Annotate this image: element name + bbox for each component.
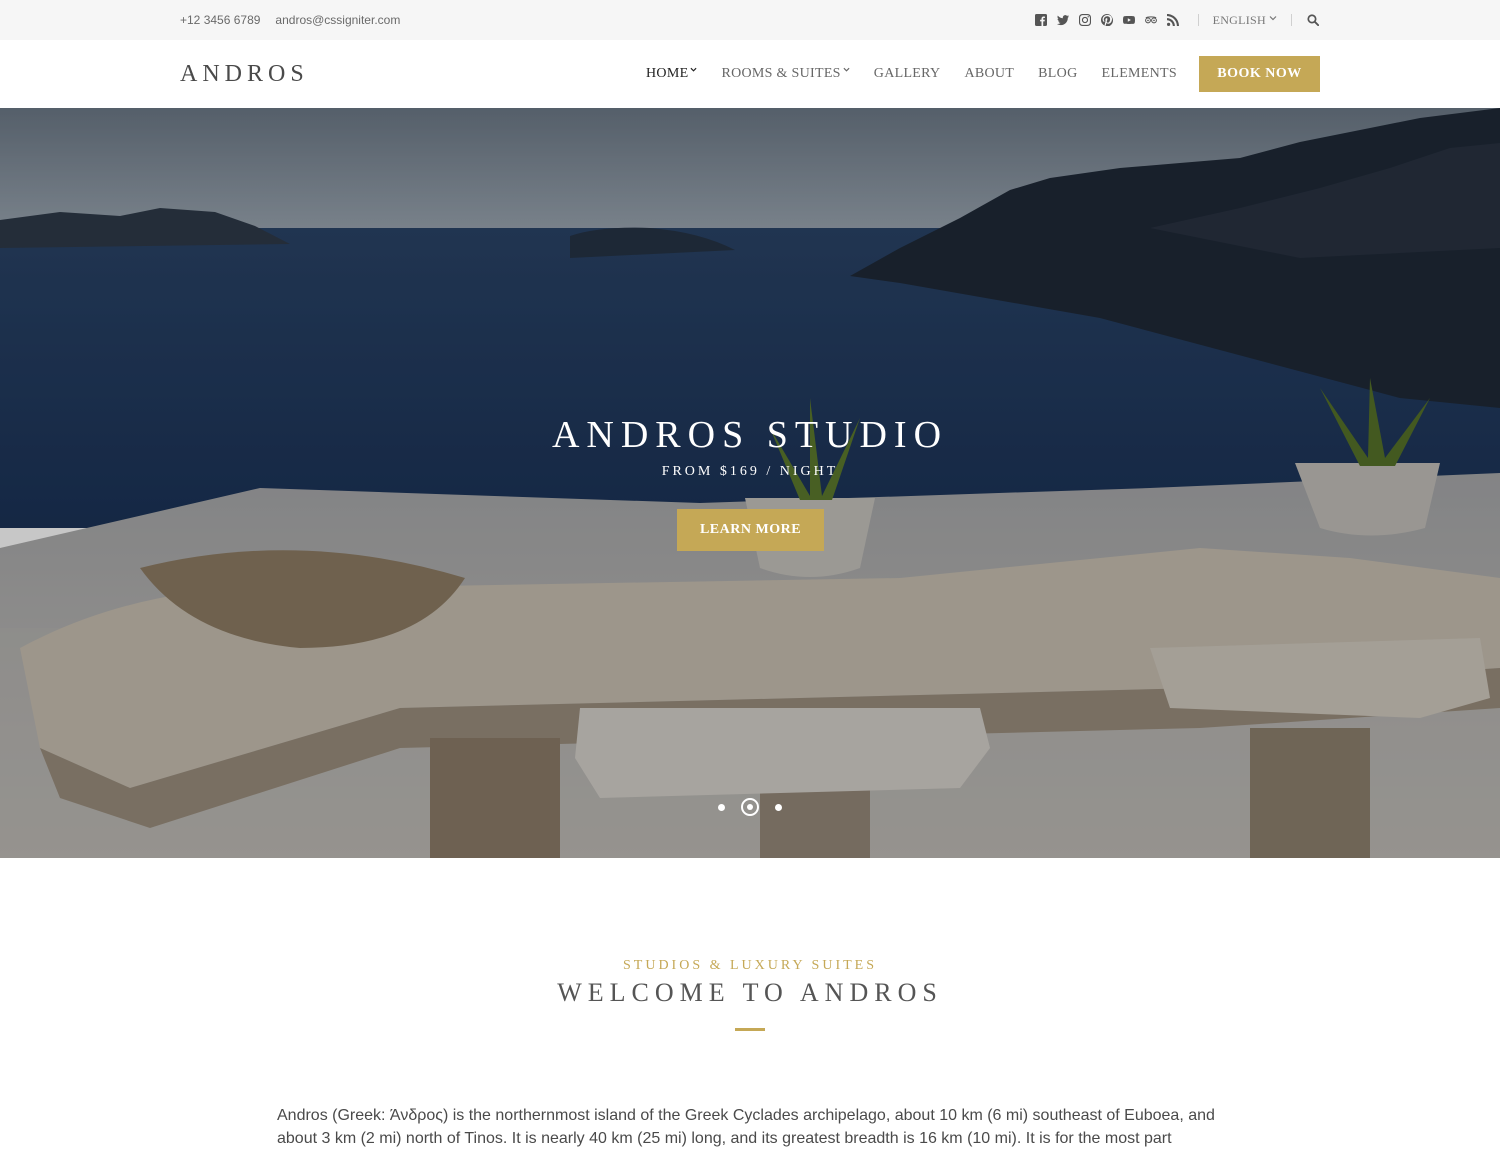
slider-dot[interactable] [775,803,782,811]
site-logo[interactable]: ANDROS [180,40,309,108]
main-nav: HOME ROOMS & SUITES GALLERY ABOUT BLOG E… [622,40,1320,108]
contact-info: +12 3456 6789 andros@cssigniter.com [180,0,415,40]
nav-label: ROOMS & SUITES [721,66,841,81]
nav-item-rooms[interactable]: ROOMS & SUITES [721,66,850,82]
title-divider [735,1028,765,1031]
tripadvisor-icon[interactable] [1140,0,1162,40]
hero-title: ANDROS STUDIO [551,414,949,456]
twitter-icon[interactable] [1052,0,1074,40]
slider-dot-active[interactable] [741,798,759,816]
rss-icon[interactable] [1162,0,1184,40]
nav-item-blog[interactable]: BLOG [1038,66,1077,82]
facebook-icon[interactable] [1030,0,1052,40]
chevron-down-icon [1269,16,1277,21]
intro-paragraph: Andros (Greek: Άνδρος) is the northernmo… [277,1107,1215,1147]
learn-more-button[interactable]: LEARN MORE [677,509,824,551]
top-bar-right: ENGLISH [1030,0,1320,40]
hero-slider: ANDROS STUDIO FROM $169 / NIGHT LEARN MO… [0,108,1500,858]
nav-item-home[interactable]: HOME [646,66,697,82]
hero-subtitle: FROM $169 / NIGHT [661,464,839,479]
divider [1291,14,1292,26]
instagram-icon[interactable] [1074,0,1096,40]
site-header: ANDROS HOME ROOMS & SUITES GALLERY ABOUT… [0,40,1500,108]
top-bar: +12 3456 6789 andros@cssigniter.com ENGL… [0,0,1500,40]
language-label: ENGLISH [1212,12,1266,27]
slider-pagination [0,796,1500,818]
language-switcher[interactable]: ENGLISH [1213,13,1277,28]
nav-item-about[interactable]: ABOUT [964,66,1014,82]
section-eyebrow: STUDIOS & LUXURY SUITES [623,958,877,973]
email-address[interactable]: andros@cssigniter.com [275,13,400,27]
phone-number[interactable]: +12 3456 6789 [180,13,260,27]
slider-dot[interactable] [718,803,725,811]
nav-item-gallery[interactable]: GALLERY [874,66,941,82]
book-now-button[interactable]: BOOK NOW [1199,56,1320,92]
chevron-down-icon [843,67,850,72]
nav-item-elements[interactable]: ELEMENTS [1101,66,1177,82]
social-links [1030,0,1184,40]
pinterest-icon[interactable] [1096,0,1118,40]
nav-label: HOME [646,66,689,81]
section-title: WELCOME TO ANDROS [557,978,943,1007]
search-icon[interactable] [1306,13,1320,27]
youtube-icon[interactable] [1118,0,1140,40]
divider [1197,14,1199,26]
hero-image [0,108,1500,858]
chevron-down-icon [690,67,697,72]
